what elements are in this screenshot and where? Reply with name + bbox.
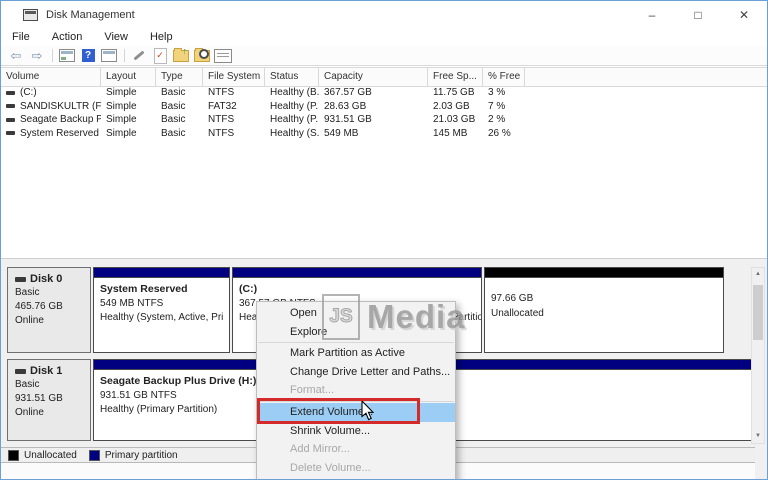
- console-tree-button[interactable]: [57, 47, 77, 64]
- vertical-scrollbar[interactable]: ▲ ▼: [751, 267, 765, 444]
- column-percent-free[interactable]: % Free: [483, 68, 525, 86]
- table-row[interactable]: Seagate Backup Pl... Simple Basic NTFS H…: [1, 113, 767, 127]
- disk0-name: Disk 0: [30, 273, 63, 285]
- column-capacity[interactable]: Capacity: [319, 68, 428, 86]
- table-row[interactable]: (C:) Simple Basic NTFS Healthy (B... 367…: [1, 86, 767, 100]
- column-layout[interactable]: Layout: [101, 68, 156, 86]
- column-filler: [525, 68, 767, 86]
- column-volume[interactable]: Volume: [1, 68, 101, 86]
- maximize-button[interactable]: □: [675, 1, 721, 29]
- toolbar-separator: [52, 49, 53, 62]
- export-list-button[interactable]: ✓: [150, 47, 170, 64]
- forward-button[interactable]: ⇨: [27, 47, 47, 64]
- close-button[interactable]: ✕: [721, 1, 767, 29]
- volume-icon: [6, 90, 15, 95]
- disk-management-window: Disk Management – □ ✕ File Action View H…: [0, 0, 768, 480]
- column-free-space[interactable]: Free Sp...: [428, 68, 483, 86]
- menu-bar: File Action View Help: [1, 29, 767, 46]
- disk1-name: Disk 1: [30, 365, 63, 377]
- help-icon: ?: [81, 49, 95, 62]
- table-row[interactable]: System Reserved Simple Basic NTFS Health…: [1, 127, 767, 141]
- forward-arrow-icon: ⇨: [31, 48, 43, 63]
- scroll-up-icon[interactable]: ▲: [752, 268, 764, 281]
- legend-unallocated-label: Unallocated: [24, 449, 77, 461]
- menu-item-add-mirror: Add Mirror...: [290, 443, 350, 456]
- toolbar: ⇦ ⇨ ? ✓ ↑: [1, 46, 767, 66]
- menu-item-shrink-volume[interactable]: Shrink Volume...: [257, 422, 455, 441]
- rescan-button[interactable]: [192, 47, 212, 64]
- column-type[interactable]: Type: [156, 68, 203, 86]
- unallocated-swatch: [8, 449, 19, 461]
- menu-action[interactable]: Action: [41, 29, 94, 46]
- primary-partition-swatch: [88, 449, 100, 461]
- disk0-kind: Basic: [15, 287, 40, 298]
- scrollbar-thumb[interactable]: [753, 285, 763, 340]
- disk1-label[interactable]: Disk 1 Basic 931.51 GB Online: [7, 359, 91, 441]
- back-button[interactable]: ⇦: [6, 47, 26, 64]
- column-status[interactable]: Status: [265, 68, 319, 86]
- folder-up-icon: ↑: [173, 46, 189, 62]
- disk0-size: 465.76 GB: [15, 301, 63, 312]
- primary-partition-bar: [233, 268, 481, 278]
- window-pane-icon: [101, 49, 117, 62]
- partition-system-reserved[interactable]: System Reserved 549 MB NTFS Healthy (Sys…: [93, 267, 230, 353]
- volume-list: (C:) Simple Basic NTFS Healthy (B... 367…: [1, 86, 767, 140]
- title-bar: Disk Management – □ ✕: [1, 1, 767, 29]
- annotation-highlight-box: [257, 398, 420, 424]
- window-controls: – □ ✕: [629, 1, 767, 29]
- menu-item-mark-partition-active[interactable]: Mark Partition as Active: [257, 344, 455, 363]
- volume-table-header: Volume Layout Type File System Status Ca…: [1, 67, 767, 87]
- wrench-icon: [133, 50, 145, 61]
- show-window-button[interactable]: [99, 47, 119, 64]
- minimize-button[interactable]: –: [629, 1, 675, 29]
- scroll-down-icon[interactable]: ▼: [752, 430, 764, 443]
- list-details-icon: [214, 48, 232, 63]
- menu-file[interactable]: File: [1, 29, 41, 46]
- details-button[interactable]: [213, 47, 233, 64]
- volume-icon: [6, 131, 15, 136]
- help-button[interactable]: ?: [78, 47, 98, 64]
- table-row[interactable]: SANDISKULTR (F:) Simple Basic FAT32 Heal…: [1, 100, 767, 114]
- disk-management-app-icon: [23, 9, 38, 21]
- unallocated-bar: [485, 268, 723, 278]
- refresh-button[interactable]: ↑: [171, 46, 191, 64]
- volume-icon: [6, 117, 15, 122]
- console-window-icon: [59, 49, 75, 62]
- watermark-name: Media: [367, 298, 466, 335]
- disk1-state: Online: [15, 407, 44, 418]
- disk1-kind: Basic: [15, 379, 40, 390]
- tools-button[interactable]: [129, 47, 149, 64]
- document-check-icon: ✓: [153, 47, 167, 64]
- disk-icon: [15, 368, 26, 374]
- menu-separator: [258, 342, 454, 344]
- window-title: Disk Management: [46, 9, 135, 21]
- mouse-cursor: [361, 401, 375, 421]
- menu-item-change-drive-letter[interactable]: Change Drive Letter and Paths...: [257, 363, 455, 382]
- menu-item-delete-volume: Delete Volume...: [290, 461, 371, 474]
- menu-help[interactable]: Help: [139, 29, 184, 46]
- disk1-size: 931.51 GB: [15, 393, 63, 404]
- back-arrow-icon: ⇦: [10, 48, 22, 63]
- primary-partition-bar: [94, 268, 229, 278]
- watermark: JS Media: [322, 294, 466, 340]
- legend-primary-label: Primary partition: [104, 449, 178, 461]
- watermark-initials: JS: [322, 294, 360, 340]
- column-file-system[interactable]: File System: [203, 68, 265, 86]
- partition-unallocated[interactable]: 97.66 GB Unallocated: [484, 267, 724, 353]
- toolbar-separator: [124, 49, 125, 62]
- disk0-label[interactable]: Disk 0 Basic 465.76 GB Online: [7, 267, 91, 353]
- disk-icon: [15, 276, 26, 282]
- volume-icon: [6, 104, 15, 109]
- folder-magnifier-icon: [194, 47, 210, 62]
- menu-view[interactable]: View: [93, 29, 139, 46]
- disk0-state: Online: [15, 315, 44, 326]
